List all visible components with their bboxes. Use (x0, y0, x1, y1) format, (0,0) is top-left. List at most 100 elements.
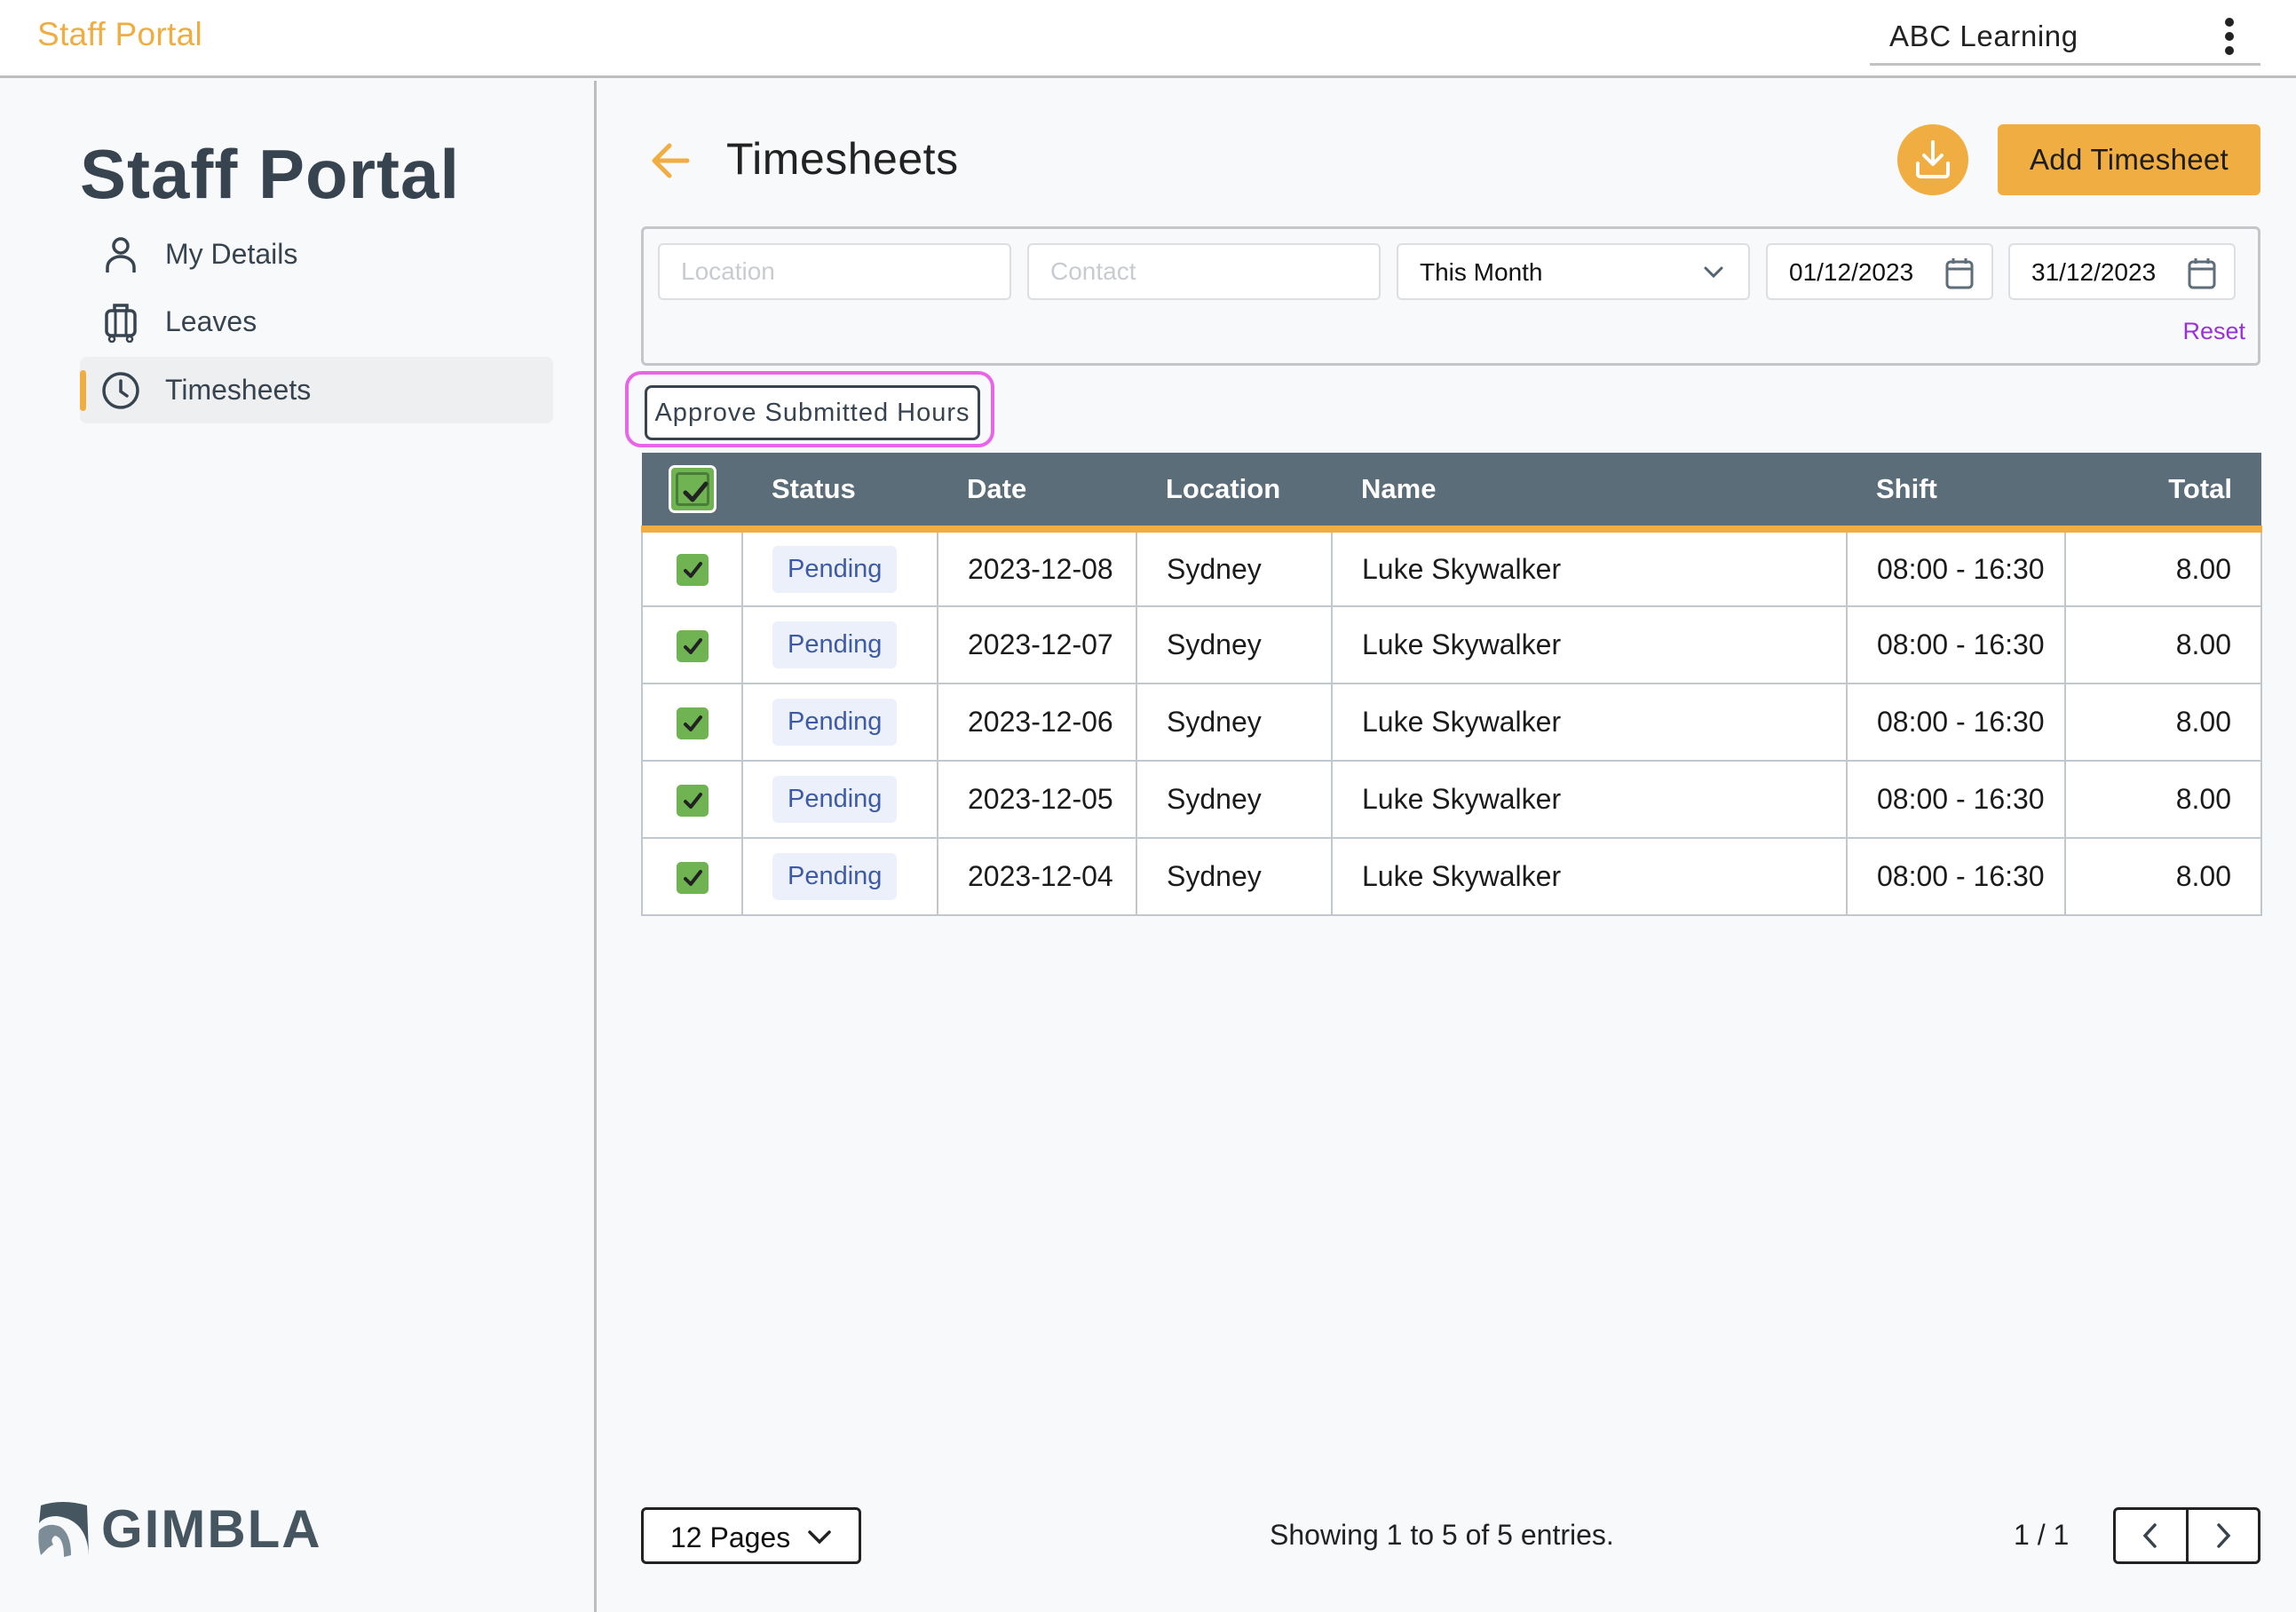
back-button[interactable] (648, 138, 693, 183)
reset-link[interactable]: Reset (2182, 318, 2245, 345)
name-cell: Luke Skywalker (1331, 605, 1848, 684)
checkmark-icon (683, 637, 702, 654)
column-header-name[interactable]: Name (1332, 453, 1847, 529)
luggage-icon (101, 303, 140, 343)
row-select-cell (641, 683, 743, 762)
location-input[interactable] (658, 243, 1011, 300)
table-row[interactable]: Pending 2023-12-04 Sydney Luke Skywalker 08:… (641, 837, 2262, 916)
sidebar-item-label: Timesheets (165, 374, 312, 406)
row-select-cell (641, 760, 743, 839)
name-cell: Luke Skywalker (1331, 760, 1848, 839)
checkmark-icon (683, 481, 708, 502)
next-page-button[interactable] (2185, 1510, 2259, 1561)
company-logo: GIMBLA (36, 1498, 322, 1560)
pagination (2113, 1507, 2260, 1564)
sidebar-item-my-details[interactable]: My Details (80, 221, 553, 288)
clock-icon (101, 371, 140, 410)
sidebar-item-label: My Details (165, 238, 298, 270)
date-to-field[interactable]: 31/12/2023 (2008, 243, 2236, 300)
row-select-cell (641, 837, 743, 916)
name-cell: Luke Skywalker (1331, 528, 1848, 607)
column-header-location[interactable]: Location (1136, 453, 1332, 529)
date-from-field[interactable]: 01/12/2023 (1766, 243, 1993, 300)
page-indicator: 1 / 1 (2014, 1519, 2070, 1551)
name-cell: Luke Skywalker (1331, 683, 1848, 762)
chevron-down-icon (1704, 266, 1723, 279)
calendar-icon[interactable] (2188, 257, 2216, 289)
total-cell: 8.00 (2064, 683, 2262, 762)
status-badge: Pending (772, 776, 898, 823)
previous-page-button[interactable] (2116, 1510, 2186, 1561)
table-row[interactable]: Pending 2023-12-07 Sydney Luke Skywalker 08:… (641, 605, 2262, 684)
status-badge: Pending (772, 621, 898, 668)
status-badge: Pending (772, 699, 898, 746)
row-checkbox[interactable] (676, 629, 709, 662)
table-row[interactable]: Pending 2023-12-05 Sydney Luke Skywalker 08:… (641, 760, 2262, 839)
total-cell: 8.00 (2064, 605, 2262, 684)
sidebar-item-timesheets[interactable]: Timesheets (80, 357, 553, 423)
shift-cell: 08:00 - 16:30 (1846, 528, 2066, 607)
location-cell: Sydney (1136, 528, 1333, 607)
row-checkbox[interactable] (676, 554, 709, 587)
per-page-select[interactable]: 12 Pages (641, 1507, 861, 1564)
per-page-value: 12 Pages (670, 1521, 791, 1553)
chevron-down-icon (808, 1530, 831, 1545)
total-cell: 8.00 (2064, 837, 2262, 916)
status-badge: Pending (772, 853, 898, 900)
date-to-value: 31/12/2023 (2031, 258, 2157, 286)
shift-cell: 08:00 - 16:30 (1846, 605, 2066, 684)
row-select-cell (641, 605, 743, 684)
location-cell: Sydney (1136, 837, 1333, 916)
filter-panel: This Month 01/12/2023 31/12/2023 Reset (641, 226, 2260, 366)
more-vertical-icon[interactable] (2223, 18, 2236, 57)
sidebar-title: Staff Portal (80, 135, 461, 213)
download-button[interactable] (1897, 124, 1968, 195)
logo-mark-icon (38, 1501, 89, 1557)
table-header-row: Status Date Location Name Shift Total (642, 453, 2261, 529)
checkmark-icon (683, 562, 702, 579)
period-select[interactable]: This Month (1397, 243, 1750, 300)
sidebar-item-label: Leaves (165, 305, 257, 337)
status-cell: Pending (741, 528, 938, 607)
date-cell: 2023-12-08 (937, 528, 1137, 607)
location-cell: Sydney (1136, 683, 1333, 762)
location-cell: Sydney (1136, 760, 1333, 839)
calendar-icon[interactable] (1945, 257, 1974, 289)
chevron-right-icon (2217, 1523, 2231, 1548)
download-icon (1916, 140, 1950, 178)
column-header-date[interactable]: Date (938, 453, 1136, 529)
table-row[interactable]: Pending 2023-12-06 Sydney Luke Skywalker 08:… (641, 683, 2262, 762)
sidebar: Staff Portal My Details Leaves Timesheet… (0, 81, 597, 1612)
checkmark-icon (683, 715, 702, 731)
chevron-left-icon (2142, 1523, 2157, 1548)
entries-summary: Showing 1 to 5 of 5 entries. (1270, 1519, 1614, 1551)
approve-highlight: Approve Submitted Hours (625, 371, 994, 447)
location-cell: Sydney (1136, 605, 1333, 684)
column-header-total[interactable]: Total (2065, 453, 2261, 529)
top-bar: Staff Portal ABC Learning (0, 0, 2296, 78)
date-cell: 2023-12-05 (937, 760, 1137, 839)
date-cell: 2023-12-06 (937, 683, 1137, 762)
checkmark-icon (683, 792, 702, 809)
status-cell: Pending (741, 837, 938, 916)
contact-input[interactable] (1027, 243, 1381, 300)
page-title: Timesheets (726, 134, 959, 184)
column-header-shift[interactable]: Shift (1847, 453, 2065, 529)
total-cell: 8.00 (2064, 760, 2262, 839)
logo-text: GIMBLA (101, 1499, 322, 1559)
status-cell: Pending (741, 605, 938, 684)
row-checkbox[interactable] (676, 861, 709, 894)
organization-selector[interactable]: ABC Learning (1870, 7, 2260, 66)
column-header-status[interactable]: Status (742, 453, 938, 529)
approve-submitted-hours-button[interactable]: Approve Submitted Hours (645, 385, 980, 440)
select-all-checkbox[interactable] (668, 465, 717, 513)
table-row[interactable]: Pending 2023-12-08 Sydney Luke Skywalker 08:… (641, 528, 2262, 607)
date-cell: 2023-12-07 (937, 605, 1137, 684)
brand-title[interactable]: Staff Portal (37, 16, 202, 53)
row-checkbox[interactable] (676, 784, 709, 817)
sidebar-item-leaves[interactable]: Leaves (80, 288, 553, 355)
shift-cell: 08:00 - 16:30 (1846, 683, 2066, 762)
row-checkbox[interactable] (676, 707, 709, 739)
add-timesheet-button[interactable]: Add Timesheet (1998, 124, 2260, 195)
timesheets-table: Status Date Location Name Shift Total Pe… (641, 453, 2262, 916)
